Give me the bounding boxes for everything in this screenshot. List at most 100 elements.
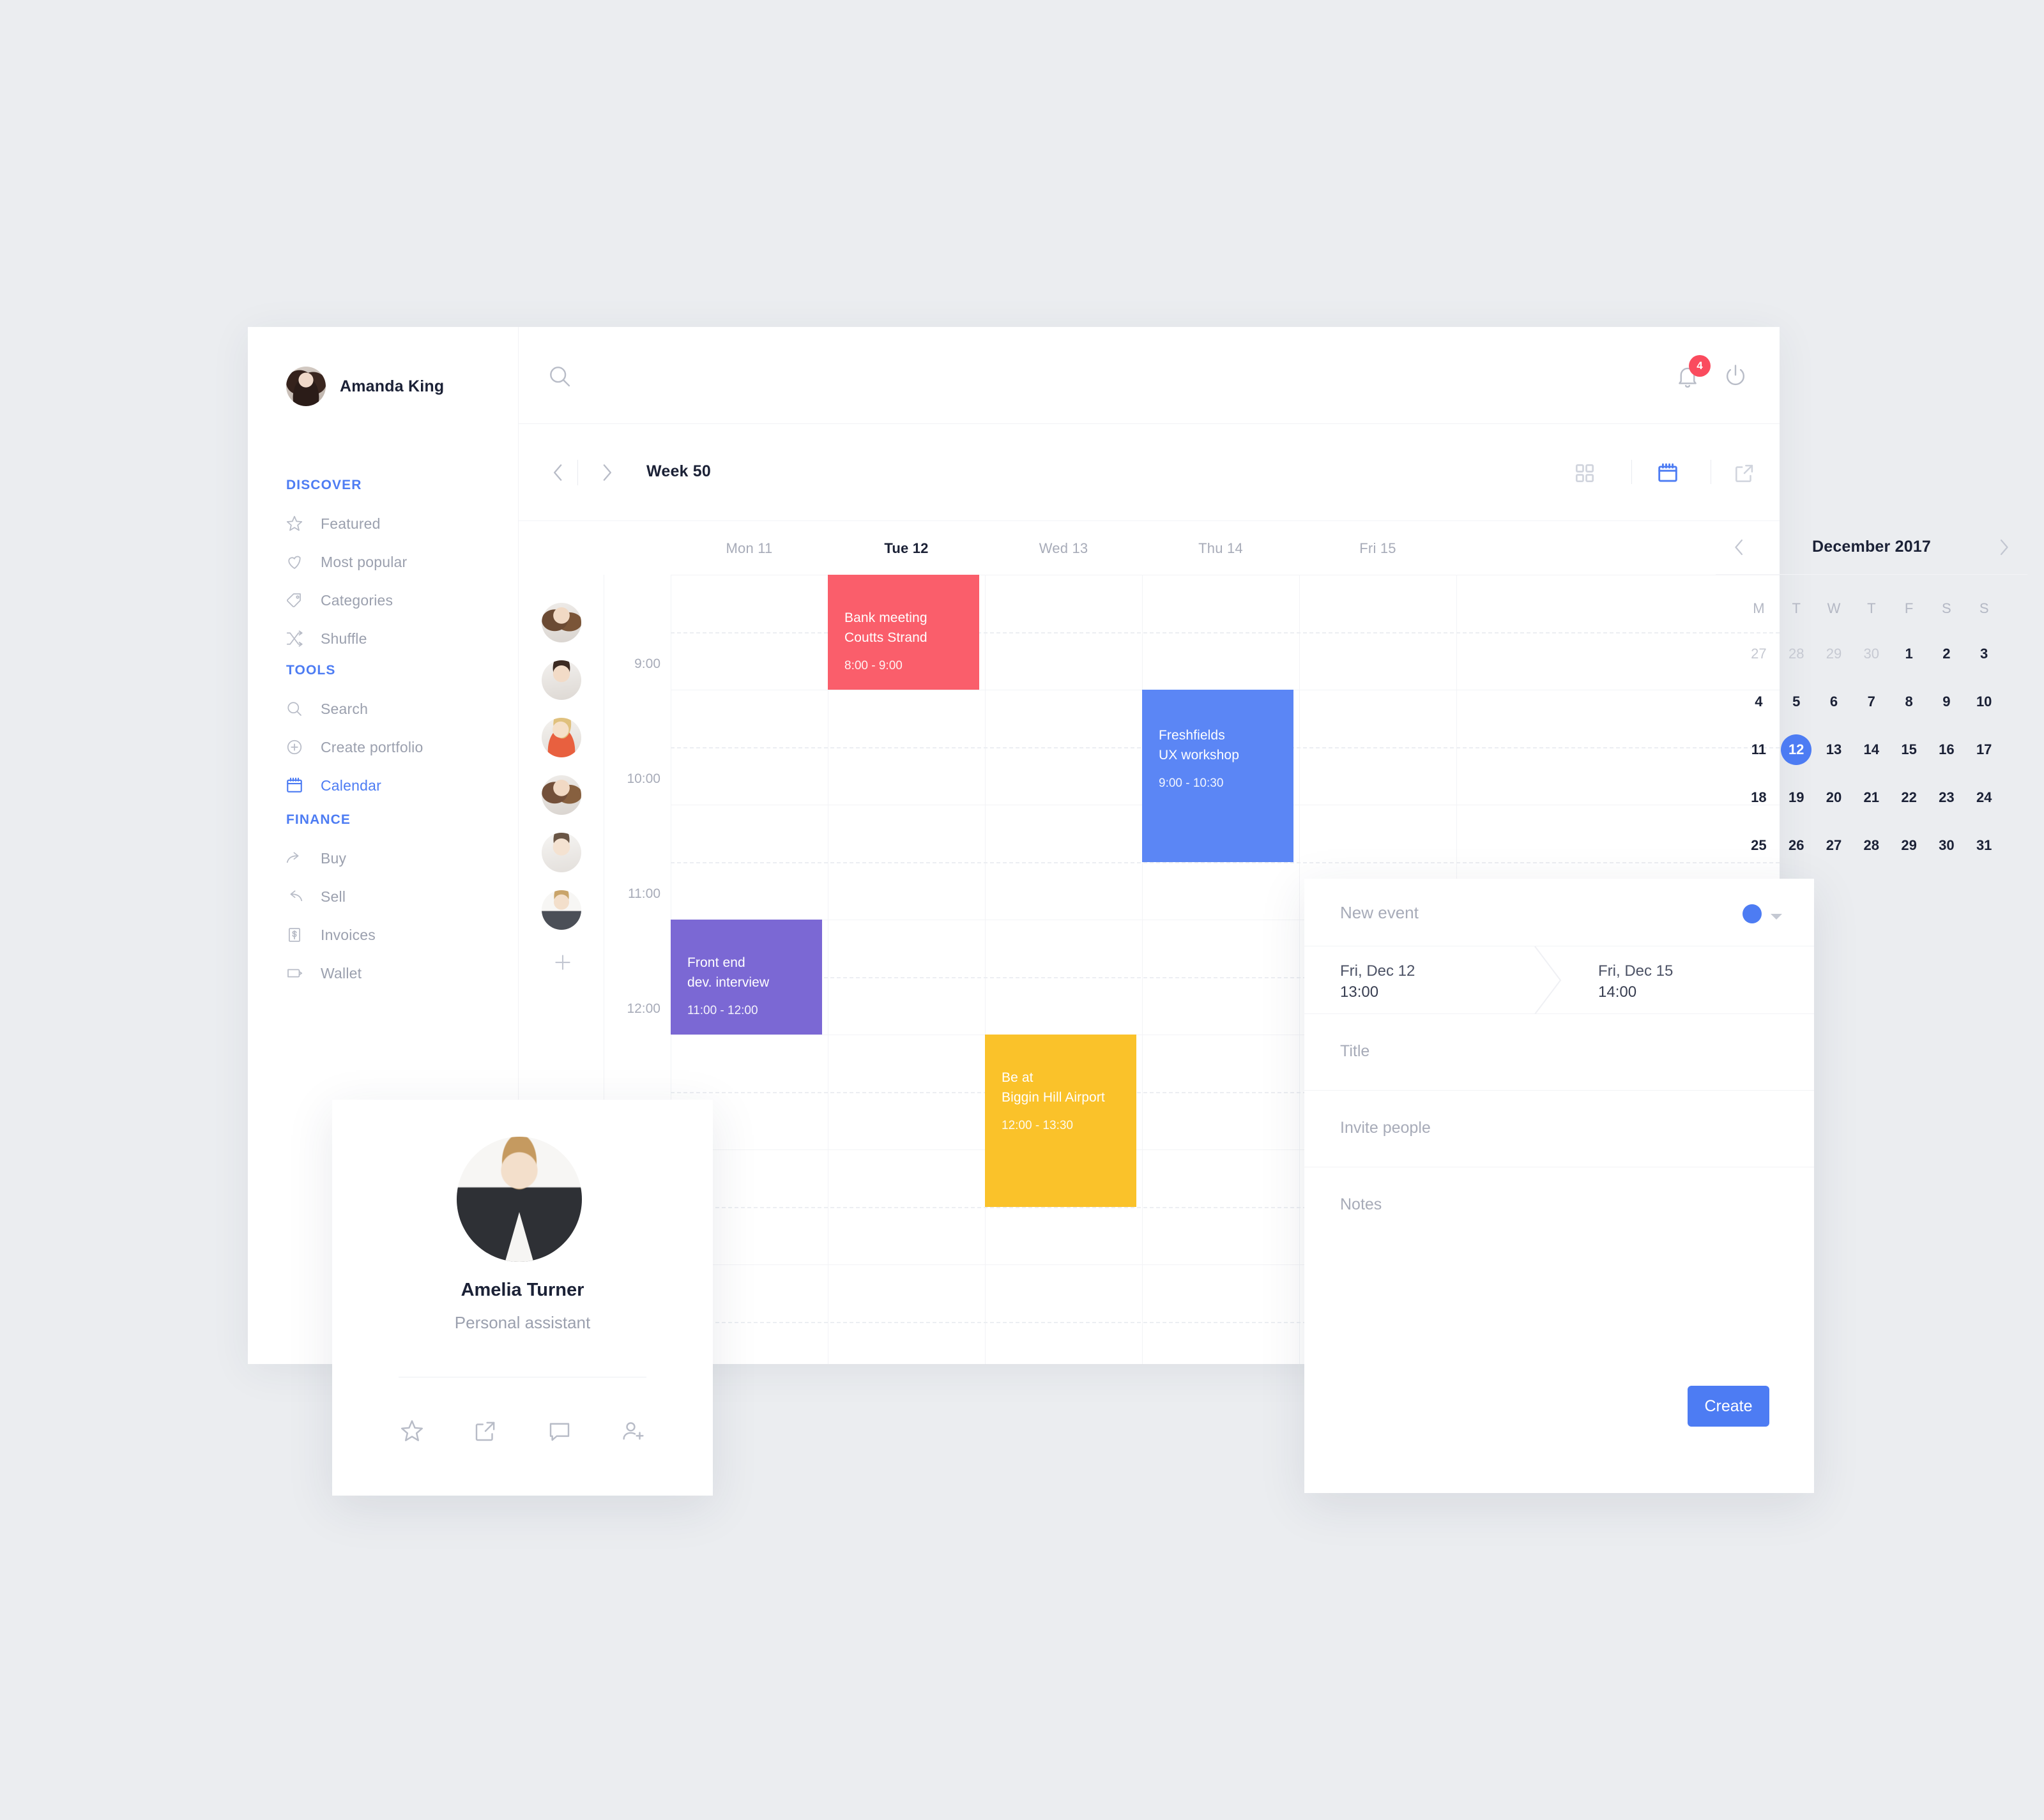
sidebar-item-search[interactable]: Search: [285, 696, 489, 722]
mini-day[interactable]: 17: [1965, 725, 2003, 773]
sidebar-item-invoices[interactable]: Invoices: [285, 922, 489, 948]
mini-day[interactable]: 1: [1890, 630, 1928, 678]
mini-day[interactable]: 27: [1815, 821, 1853, 869]
calendar-event-biggin-hill-airport[interactable]: Be at Biggin Hill Airport 12:00 - 13:30: [985, 1035, 1136, 1207]
event-title-line1: Front end: [687, 955, 745, 970]
mini-day[interactable]: 27: [1740, 630, 1778, 678]
attendee-avatar[interactable]: [542, 833, 581, 872]
mini-day[interactable]: 28: [1852, 821, 1890, 869]
attendee-avatar[interactable]: [542, 603, 581, 642]
dow-label: M: [1753, 600, 1765, 616]
calendar-view-icon[interactable]: [1656, 461, 1680, 489]
mini-day[interactable]: 14: [1852, 725, 1890, 773]
mini-day[interactable]: 21: [1852, 773, 1890, 821]
event-title-line2: dev. interview: [687, 975, 770, 990]
sidebar-item-sell[interactable]: Sell: [285, 884, 489, 909]
sidebar-item-wallet[interactable]: Wallet: [285, 960, 489, 986]
event-title-field[interactable]: Title: [1304, 1014, 1814, 1091]
mini-day[interactable]: 4: [1740, 678, 1778, 725]
external-link-icon[interactable]: [472, 1418, 499, 1448]
mini-calendar-week-row: 11 12 13 14 15 16 17: [1740, 725, 2003, 773]
search-icon[interactable]: [546, 363, 574, 394]
event-title-line1: Freshfields: [1159, 728, 1225, 743]
day-header-thu: Thu 14: [1198, 540, 1243, 556]
event-invite-field[interactable]: Invite people: [1304, 1091, 1814, 1167]
mini-day[interactable]: 19: [1778, 773, 1815, 821]
mini-day[interactable]: 29: [1890, 821, 1928, 869]
mini-day[interactable]: 3: [1965, 630, 2003, 678]
profile-actions: [399, 1418, 646, 1448]
mini-day[interactable]: 8: [1890, 678, 1928, 725]
mini-day[interactable]: 10: [1965, 678, 2003, 725]
event-color-swatch[interactable]: [1743, 904, 1762, 923]
event-end[interactable]: Fri, Dec 15 14:00: [1598, 960, 1673, 1003]
mini-day[interactable]: 23: [1928, 773, 1965, 821]
range-chevron-icon: [1534, 946, 1562, 1015]
add-person-icon[interactable]: [620, 1418, 646, 1448]
mini-day[interactable]: 9: [1928, 678, 1965, 725]
sidebar-item-categories[interactable]: Categories: [285, 588, 489, 613]
add-attendee-button[interactable]: [552, 952, 574, 973]
attendee-avatar[interactable]: [542, 775, 581, 815]
mini-day[interactable]: 7: [1852, 678, 1890, 725]
mini-next-month-button[interactable]: [1992, 535, 2016, 563]
mini-day[interactable]: 31: [1965, 821, 2003, 869]
notifications-button[interactable]: 4: [1674, 355, 1711, 391]
mini-day[interactable]: 22: [1890, 773, 1928, 821]
sidebar-item-featured[interactable]: Featured: [285, 511, 489, 536]
prev-week-button[interactable]: [545, 460, 571, 489]
sidebar-item-most-popular[interactable]: Most popular: [285, 549, 489, 575]
grid-view-icon[interactable]: [1573, 461, 1597, 489]
mini-day[interactable]: 11: [1740, 725, 1778, 773]
mini-day[interactable]: 28: [1778, 630, 1815, 678]
mini-day[interactable]: 5: [1778, 678, 1815, 725]
event-title-line2: Coutts Strand: [844, 630, 927, 645]
profile-name: Amelia Turner: [461, 1280, 584, 1300]
attendee-avatar[interactable]: [542, 660, 581, 700]
notification-badge: 4: [1689, 355, 1711, 377]
mini-day[interactable]: 29: [1815, 630, 1853, 678]
mini-day[interactable]: 30: [1852, 630, 1890, 678]
mini-day[interactable]: 26: [1778, 821, 1815, 869]
attendee-avatar[interactable]: [542, 718, 581, 757]
comment-icon[interactable]: [546, 1418, 573, 1448]
mini-day[interactable]: 6: [1815, 678, 1853, 725]
calendar-event-bank-meeting[interactable]: Bank meeting Coutts Strand 8:00 - 9:00: [828, 575, 979, 690]
mini-day[interactable]: 15: [1890, 725, 1928, 773]
mini-day[interactable]: 13: [1815, 725, 1853, 773]
mini-day[interactable]: 18: [1740, 773, 1778, 821]
event-start[interactable]: Fri, Dec 12 13:00: [1340, 960, 1415, 1003]
mini-day[interactable]: 25: [1740, 821, 1778, 869]
sidebar-item-create-portfolio[interactable]: Create portfolio: [285, 734, 489, 760]
sidebar-item-calendar[interactable]: Calendar: [285, 773, 489, 798]
sidebar-item-buy[interactable]: Buy: [285, 846, 489, 871]
mini-day[interactable]: 2: [1928, 630, 1965, 678]
mini-day-selected[interactable]: 12: [1778, 725, 1815, 773]
star-icon[interactable]: [399, 1418, 425, 1448]
new-event-header: New event: [1304, 879, 1814, 946]
sidebar-item-shuffle[interactable]: Shuffle: [285, 626, 489, 651]
next-week-button[interactable]: [594, 460, 620, 489]
event-title-line2: UX workshop: [1159, 748, 1239, 762]
mini-day[interactable]: 20: [1815, 773, 1853, 821]
mini-day[interactable]: 30: [1928, 821, 1965, 869]
dow-label: T: [1867, 600, 1876, 616]
time-label: 10:00: [627, 771, 660, 786]
calendar-event-front-end-dev-interview[interactable]: Front end dev. interview 11:00 - 12:00: [671, 920, 822, 1035]
event-notes-field[interactable]: Notes: [1304, 1167, 1814, 1244]
sidebar-profile[interactable]: Amanda King: [286, 367, 444, 406]
calendar-event-freshfields-ux-workshop[interactable]: Freshfields UX workshop 9:00 - 10:30: [1142, 690, 1293, 862]
event-start-date: Fri, Dec 12: [1340, 962, 1415, 980]
create-button[interactable]: Create: [1688, 1386, 1769, 1427]
toolbar-divider: [577, 460, 578, 485]
week-title: Week 50: [646, 462, 712, 480]
attendee-avatar[interactable]: [542, 890, 581, 930]
caret-down-icon[interactable]: [1769, 912, 1783, 924]
external-link-icon[interactable]: [1732, 461, 1757, 489]
day-header-row: Mon 11 Tue 12 Wed 13 Thu 14 Fri 15: [519, 521, 1780, 575]
profile-avatar: [457, 1137, 582, 1262]
power-icon[interactable]: [1721, 362, 1750, 393]
mini-day[interactable]: 24: [1965, 773, 2003, 821]
profile-card: Amelia Turner Personal assistant: [332, 1100, 713, 1496]
mini-day[interactable]: 16: [1928, 725, 1965, 773]
